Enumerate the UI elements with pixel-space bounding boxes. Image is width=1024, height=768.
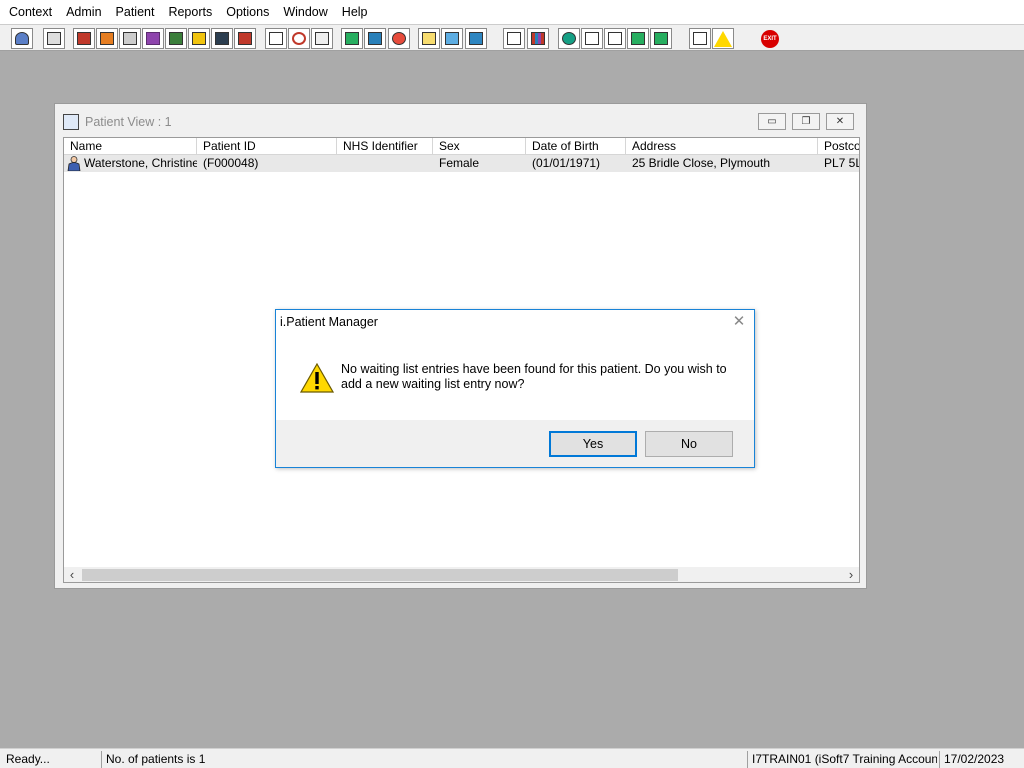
form-icon[interactable] [188, 28, 210, 49]
scroll-thumb[interactable] [82, 569, 678, 581]
menu-patient[interactable]: Patient [109, 0, 162, 24]
globe-icon[interactable] [558, 28, 580, 49]
cell-postcode: PL7 5L [824, 156, 859, 170]
column-header-nhs-identifier[interactable]: NHS Identifier [337, 138, 433, 155]
clock-icon[interactable] [288, 28, 310, 49]
list-header: Name Patient ID NHS Identifier Sex Date … [64, 138, 859, 155]
transfer-icon[interactable] [689, 28, 711, 49]
exit-label: EXIT [761, 29, 779, 48]
warning-icon[interactable] [712, 28, 734, 49]
scroll-right-icon[interactable]: › [843, 567, 859, 582]
list-icon[interactable] [311, 28, 333, 49]
patient-view-title: Patient View : 1 [85, 115, 172, 129]
cell-nhs-identifier [337, 155, 433, 172]
cell-sex: Female [439, 156, 480, 170]
statusbar: Ready... No. of patients is 1 I7TRAIN01 … [0, 748, 1024, 768]
column-header-date-of-birth[interactable]: Date of Birth [526, 138, 626, 155]
dialog-title: i.Patient Manager [280, 315, 378, 329]
flag-icon[interactable] [211, 28, 233, 49]
status-ready: Ready... [6, 752, 50, 766]
close-icon: ✕ [835, 116, 845, 127]
bar-chart-icon[interactable] [527, 28, 549, 49]
column-header-postcode[interactable]: Postco [818, 138, 859, 155]
exit-icon[interactable]: EXIT [759, 28, 781, 49]
column-header-sex[interactable]: Sex [433, 138, 526, 155]
cell-name: Waterstone, Christine... [84, 156, 197, 170]
table-row[interactable]: Waterstone, Christine... (F000048) Femal… [64, 155, 859, 172]
status-date: 17/02/2023 [939, 751, 1009, 768]
menubar: Context Admin Patient Reports Options Wi… [0, 0, 1024, 24]
checklist-icon[interactable] [604, 28, 626, 49]
patient-icon [63, 114, 79, 130]
arrow-down-icon[interactable] [627, 28, 649, 49]
horizontal-scrollbar[interactable]: ‹ › [64, 567, 859, 582]
doctor-icon[interactable] [165, 28, 187, 49]
cell-address: 25 Bridle Close, Plymouth [632, 156, 771, 170]
patient-view-titlebar[interactable]: Patient View : 1 ▭ ❐ ✕ [55, 104, 866, 138]
printer-icon[interactable] [43, 28, 65, 49]
status-account: I7TRAIN01 (iSoft7 Training Account) [747, 751, 937, 768]
column-header-address[interactable]: Address [626, 138, 818, 155]
notes-icon[interactable] [418, 28, 440, 49]
menu-reports[interactable]: Reports [161, 0, 219, 24]
scroll-left-icon[interactable]: ‹ [64, 567, 80, 582]
toolbar: EXIT [0, 24, 1024, 51]
minimize-button[interactable]: ▭ [758, 113, 786, 130]
flag-icon[interactable] [234, 28, 256, 49]
warning-icon [300, 363, 334, 393]
menu-admin[interactable]: Admin [59, 0, 108, 24]
status-patient-count: No. of patients is 1 [101, 751, 733, 768]
book-icon[interactable] [73, 28, 95, 49]
dialog-message: No waiting list entries have been found … [341, 362, 727, 391]
menu-help[interactable]: Help [335, 0, 375, 24]
mail-icon[interactable] [142, 28, 164, 49]
close-button[interactable]: ✕ [826, 113, 854, 130]
minimize-icon: ▭ [767, 116, 777, 127]
note-edit-icon[interactable] [96, 28, 118, 49]
search-document-icon[interactable] [265, 28, 287, 49]
document-search-icon[interactable] [119, 28, 141, 49]
timer-icon[interactable] [388, 28, 410, 49]
calendar-icon[interactable] [341, 28, 363, 49]
restore-icon: ❐ [801, 116, 811, 127]
dialog-close-icon[interactable]: ✕ [732, 314, 746, 330]
cell-patient-id: (F000048) [203, 156, 259, 170]
menu-window[interactable]: Window [276, 0, 334, 24]
dialog-body: No waiting list entries have been found … [276, 338, 754, 420]
column-header-name[interactable]: Name [64, 138, 197, 155]
arrow-right-icon[interactable] [650, 28, 672, 49]
card-icon[interactable] [364, 28, 386, 49]
no-button[interactable]: No [645, 431, 733, 457]
user-icon[interactable] [11, 28, 33, 49]
car-icon[interactable] [441, 28, 463, 49]
page-icon[interactable] [503, 28, 525, 49]
column-header-patient-id[interactable]: Patient ID [197, 138, 337, 155]
cell-date-of-birth: (01/01/1971) [532, 156, 601, 170]
restore-button[interactable]: ❐ [792, 113, 820, 130]
transport-icon[interactable] [465, 28, 487, 49]
message-dialog: i.Patient Manager ✕ No waiting list entr… [275, 309, 755, 468]
yes-button[interactable]: Yes [549, 431, 637, 457]
menu-context[interactable]: Context [2, 0, 59, 24]
menu-options[interactable]: Options [219, 0, 276, 24]
checklist-icon[interactable] [581, 28, 603, 49]
dialog-titlebar[interactable]: i.Patient Manager ✕ [276, 310, 754, 338]
